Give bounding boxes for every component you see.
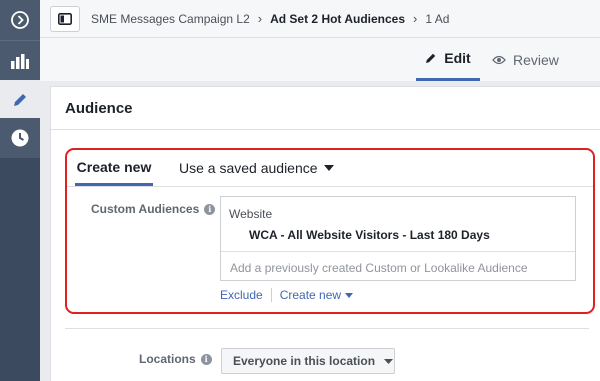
info-icon[interactable]: i bbox=[200, 353, 212, 365]
caret-down-icon[interactable] bbox=[345, 292, 354, 298]
divider bbox=[221, 251, 575, 252]
tab-review[interactable]: Review bbox=[492, 38, 559, 81]
pencil-icon bbox=[14, 94, 26, 106]
mode-tabs: Edit Review bbox=[40, 38, 600, 81]
expand-button[interactable] bbox=[0, 0, 40, 40]
custom-audiences-label-text: Custom Audiences bbox=[91, 202, 200, 216]
custom-audience-input[interactable]: Website WCA - All Website Visitors - Las… bbox=[220, 196, 576, 281]
create-new-link[interactable]: Create new bbox=[280, 288, 341, 302]
tab-create-new[interactable]: Create new bbox=[75, 150, 153, 186]
breadcrumb-campaign[interactable]: SME Messages Campaign L2 bbox=[91, 12, 250, 26]
locations-label: Locations i bbox=[139, 352, 212, 366]
custom-audiences-label: Custom Audiences i bbox=[91, 202, 216, 216]
audience-actions: Exclude Create new bbox=[220, 288, 354, 302]
audience-search-field[interactable]: Add a previously created Custom or Looka… bbox=[230, 261, 528, 275]
locations-label-text: Locations bbox=[139, 352, 196, 366]
location-type-dropdown[interactable]: Everyone in this location bbox=[221, 348, 395, 374]
bar-chart-icon bbox=[11, 53, 29, 69]
caret-down-icon bbox=[323, 165, 334, 171]
chevron-right-icon: › bbox=[257, 11, 263, 26]
divider bbox=[65, 328, 589, 329]
history-button[interactable] bbox=[0, 118, 40, 158]
caret-down-icon bbox=[384, 358, 394, 364]
clock-icon bbox=[11, 129, 29, 147]
tab-edit[interactable]: Edit bbox=[416, 38, 480, 81]
panel-toggle-button[interactable] bbox=[50, 5, 80, 32]
edit-rail-button[interactable] bbox=[0, 80, 40, 120]
divider bbox=[270, 288, 272, 302]
divider bbox=[67, 186, 593, 187]
tab-review-label: Review bbox=[513, 51, 559, 68]
audience-selector: Create new Use a saved audience Custom A… bbox=[65, 148, 595, 314]
expand-circle-icon bbox=[11, 11, 29, 29]
exclude-link[interactable]: Exclude bbox=[220, 288, 263, 302]
tab-saved-audience[interactable]: Use a saved audience bbox=[179, 150, 334, 186]
audience-card: Audience Create new Use a saved audience… bbox=[50, 86, 600, 381]
tab-edit-label: Edit bbox=[444, 50, 471, 66]
location-type-value: Everyone in this location bbox=[233, 354, 376, 368]
chevron-right-icon: › bbox=[413, 11, 418, 26]
breadcrumb: SME Messages Campaign L2 › Ad Set 2 Hot … bbox=[40, 0, 600, 38]
selected-audience[interactable]: WCA - All Website Visitors - Last 180 Da… bbox=[249, 228, 490, 242]
divider bbox=[51, 129, 600, 130]
pencil-icon bbox=[426, 53, 436, 63]
section-title: Audience bbox=[65, 100, 133, 117]
breadcrumb-adset[interactable]: Ad Set 2 Hot Audiences bbox=[270, 12, 405, 26]
left-rail bbox=[0, 0, 40, 381]
eye-icon bbox=[492, 55, 506, 64]
breadcrumb-ad[interactable]: 1 Ad bbox=[425, 12, 449, 26]
info-icon[interactable]: i bbox=[204, 203, 216, 215]
tab-saved-label: Use a saved audience bbox=[179, 160, 318, 176]
reports-button[interactable] bbox=[0, 40, 40, 80]
panel-icon bbox=[58, 12, 72, 25]
audience-group-label: Website bbox=[229, 207, 273, 221]
